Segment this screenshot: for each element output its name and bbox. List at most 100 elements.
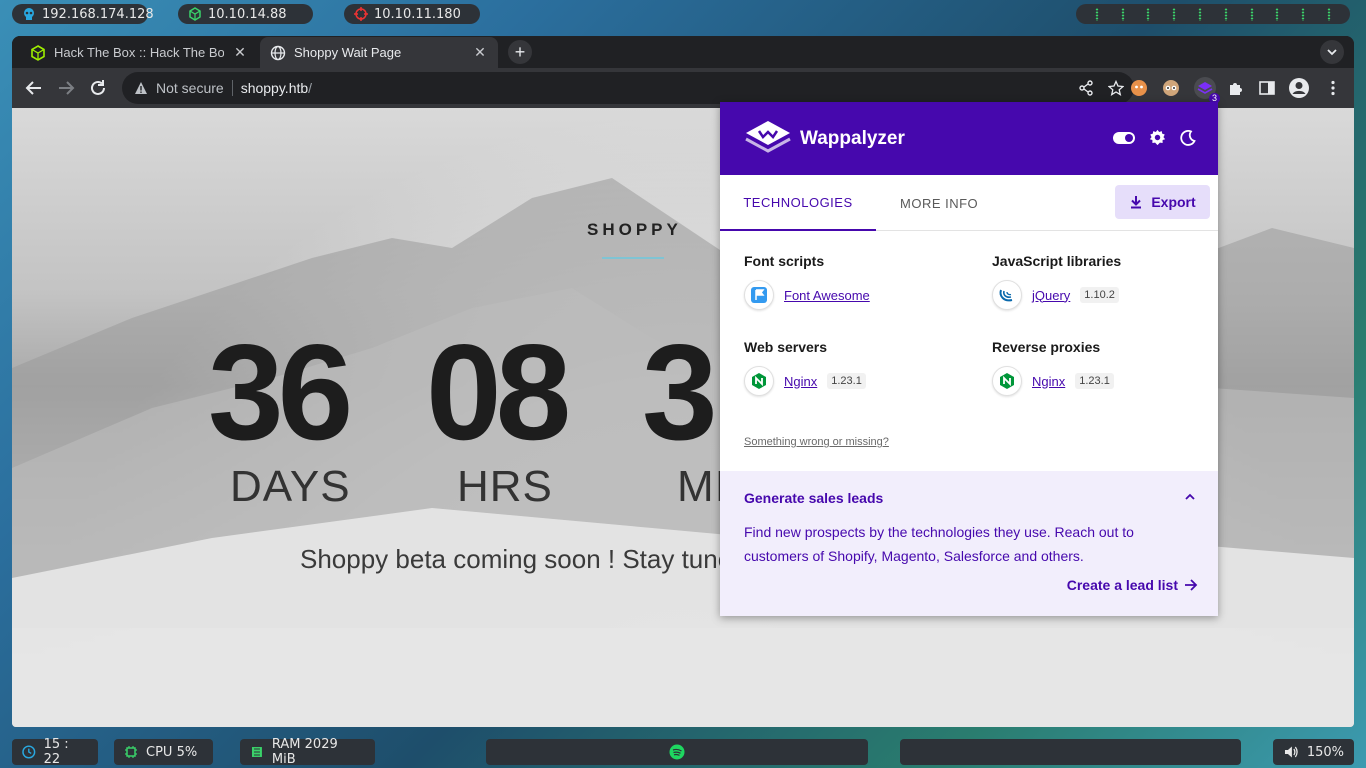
clock-time: 15 : 22 xyxy=(43,737,69,767)
system-bottom-bar: 15 : 22 CPU 5% RAM 2029 MiB 150% xyxy=(0,736,1366,768)
workspace-dot[interactable] xyxy=(1172,7,1177,21)
countdown-hours-value: 08 xyxy=(426,316,571,468)
chevron-up-icon[interactable] xyxy=(1184,491,1196,503)
leads-description: Find new prospects by the technologies t… xyxy=(744,524,1134,564)
tech-name[interactable]: jQuery xyxy=(1032,288,1070,303)
extension-wappalyzer-icon[interactable]: 3 xyxy=(1194,77,1220,104)
media-widget[interactable] xyxy=(486,739,868,765)
profile-avatar-icon[interactable] xyxy=(1288,77,1310,99)
workspace-indicator[interactable] xyxy=(1076,4,1350,24)
close-tab-icon[interactable]: ✕ xyxy=(232,44,248,61)
workspace-dot[interactable] xyxy=(1094,7,1099,21)
arrow-right-icon xyxy=(59,81,75,95)
taskbar-area xyxy=(900,739,1241,765)
tab-search-button[interactable] xyxy=(1320,40,1344,64)
reload-button[interactable] xyxy=(86,76,110,100)
toggle-icon[interactable] xyxy=(1113,131,1135,144)
category-font-scripts: Font scripts xyxy=(744,253,825,269)
workspace-dot[interactable] xyxy=(1223,7,1228,21)
nginx-icon xyxy=(744,366,774,396)
create-lead-list-link[interactable]: Create a lead list xyxy=(1067,577,1198,593)
cpu-icon xyxy=(125,746,137,758)
tech-name[interactable]: Font Awesome xyxy=(784,288,870,303)
cpu-widget: CPU 5% xyxy=(114,739,213,765)
workspace-dot[interactable] xyxy=(1275,7,1280,21)
forward-button[interactable] xyxy=(54,76,78,100)
wappalyzer-tabs: TECHNOLOGIES MORE INFO Export xyxy=(720,175,1218,231)
clock-icon xyxy=(22,745,36,759)
wappalyzer-logo-icon xyxy=(745,121,791,153)
tech-version: 1.23.1 xyxy=(1075,373,1114,389)
category-reverse-proxies: Reverse proxies xyxy=(992,339,1101,355)
tab-shoppy[interactable]: Shoppy Wait Page ✕ xyxy=(260,37,498,68)
vpn-ip-pill: 10.10.14.88 xyxy=(178,4,313,24)
security-label[interactable]: Not secure xyxy=(156,80,224,96)
workspace-dot[interactable] xyxy=(1249,7,1254,21)
cpu-usage: CPU 5% xyxy=(146,744,198,760)
spotify-icon[interactable] xyxy=(669,744,685,760)
tab-hackthebox[interactable]: Hack The Box :: Hack The Box ✕ xyxy=(20,37,258,68)
extension-fox-icon[interactable] xyxy=(1128,77,1150,99)
share-icon[interactable] xyxy=(1078,80,1094,96)
nginx-icon xyxy=(992,366,1022,396)
download-icon xyxy=(1131,196,1142,209)
site-brand: SHOPPY xyxy=(587,220,682,239)
tech-item[interactable]: jQuery 1.10.2 xyxy=(992,280,1119,310)
target-ip-pill: 10.10.11.180 xyxy=(344,4,480,24)
tech-name[interactable]: Nginx xyxy=(1032,374,1065,389)
new-tab-button[interactable]: + xyxy=(508,40,532,64)
countdown-days-label: DAYS xyxy=(230,462,351,511)
export-label: Export xyxy=(1151,194,1196,210)
jquery-icon xyxy=(992,280,1022,310)
warning-icon[interactable] xyxy=(134,81,148,95)
hackthebox-icon xyxy=(31,44,45,61)
menu-kebab-icon[interactable] xyxy=(1322,77,1344,99)
url-text[interactable]: shoppy.htb/ xyxy=(241,80,312,96)
tab-strip: Hack The Box :: Hack The Box ✕ Shoppy Wa… xyxy=(12,36,1354,68)
workspace-dot[interactable] xyxy=(1327,7,1332,21)
tech-item[interactable]: Nginx 1.23.1 xyxy=(744,366,866,396)
volume-icon xyxy=(1284,746,1298,758)
gear-icon[interactable] xyxy=(1149,129,1166,146)
tech-item[interactable]: Font Awesome xyxy=(744,280,870,310)
something-wrong-link[interactable]: Something wrong or missing? xyxy=(744,436,889,448)
leads-title[interactable]: Generate sales leads xyxy=(744,490,883,506)
tech-name[interactable]: Nginx xyxy=(784,374,817,389)
workspace-dot[interactable] xyxy=(1301,7,1306,21)
tab-title: Shoppy Wait Page xyxy=(294,45,402,60)
globe-icon xyxy=(270,45,286,60)
skull-icon xyxy=(24,8,34,20)
close-tab-icon[interactable]: ✕ xyxy=(472,44,488,61)
wappalyzer-brand: Wappalyzer xyxy=(800,128,905,149)
address-bar[interactable]: Not secure shoppy.htb/ xyxy=(122,72,1134,104)
target-ip: 10.10.11.180 xyxy=(374,6,461,22)
workspace-dot[interactable] xyxy=(1120,7,1125,21)
side-panel-icon[interactable] xyxy=(1256,77,1278,99)
extension-owl-icon[interactable] xyxy=(1160,77,1182,99)
extensions-puzzle-icon[interactable] xyxy=(1225,77,1247,99)
star-icon[interactable] xyxy=(1108,80,1124,96)
wappalyzer-logo: Wappalyzer xyxy=(744,119,905,159)
create-lead-list-label: Create a lead list xyxy=(1066,577,1178,593)
countdown-minutes-value: 3 xyxy=(642,316,718,468)
volume-level: 150% xyxy=(1306,744,1344,760)
moon-icon[interactable] xyxy=(1180,129,1196,146)
tab-technologies[interactable]: TECHNOLOGIES xyxy=(720,175,876,231)
back-button[interactable] xyxy=(22,76,46,100)
local-ip: 192.168.174.128 xyxy=(42,6,154,22)
tab-more-info[interactable]: MORE INFO xyxy=(900,175,978,231)
workspace-dot[interactable] xyxy=(1198,7,1203,21)
countdown-hours-label: HRS xyxy=(457,462,553,511)
countdown-days-value: 36 xyxy=(208,316,353,468)
reload-icon xyxy=(91,80,105,95)
vpn-ip: 10.10.14.88 xyxy=(208,6,287,22)
category-web-servers: Web servers xyxy=(744,339,828,355)
export-button[interactable]: Export xyxy=(1115,185,1210,219)
divider xyxy=(231,80,233,96)
volume-widget[interactable]: 150% xyxy=(1273,739,1354,765)
crosshair-icon xyxy=(354,7,368,21)
workspace-dot[interactable] xyxy=(1146,7,1151,21)
arrow-left-icon xyxy=(25,81,41,95)
wappalyzer-popup: Wappalyzer TECHNOLOGIES MORE INFO Export… xyxy=(720,102,1218,616)
tech-item[interactable]: Nginx 1.23.1 xyxy=(992,366,1114,396)
